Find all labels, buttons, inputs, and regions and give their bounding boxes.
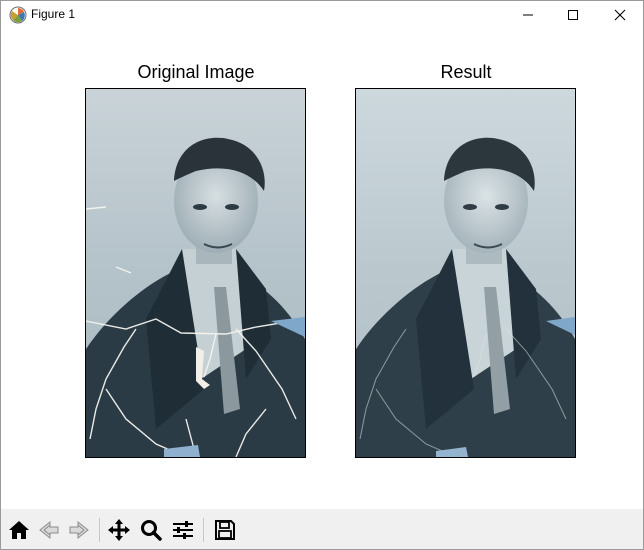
figure-window: Figure 1 Original Image Result xyxy=(0,0,644,550)
maximize-icon xyxy=(568,10,578,20)
forward-arrow-icon xyxy=(69,520,89,540)
close-icon xyxy=(614,9,626,21)
original-portrait-image xyxy=(86,89,305,457)
toolbar-separator xyxy=(99,518,100,542)
minimize-icon xyxy=(523,14,533,16)
sliders-icon xyxy=(173,521,193,539)
maximize-button[interactable] xyxy=(550,1,596,29)
back-button[interactable] xyxy=(35,516,63,544)
minimize-button[interactable] xyxy=(505,1,551,29)
configure-subplots-button[interactable] xyxy=(169,516,197,544)
result-axes[interactable] xyxy=(355,88,576,458)
close-button[interactable] xyxy=(597,1,643,29)
magnifier-icon xyxy=(141,520,162,541)
save-button[interactable] xyxy=(211,516,239,544)
floppy-disk-icon xyxy=(215,520,235,540)
back-arrow-icon xyxy=(39,520,59,540)
navigation-toolbar xyxy=(1,509,643,549)
home-button[interactable] xyxy=(5,516,33,544)
pan-button[interactable] xyxy=(105,516,133,544)
forward-button[interactable] xyxy=(65,516,93,544)
restored-portrait-image xyxy=(356,89,575,457)
window-title: Figure 1 xyxy=(31,7,76,21)
title-bar[interactable]: Figure 1 xyxy=(1,1,643,29)
move-icon xyxy=(108,519,130,541)
original-image-title: Original Image xyxy=(137,62,255,82)
matplotlib-app-icon xyxy=(9,6,27,24)
toolbar-separator xyxy=(203,518,204,542)
zoom-button[interactable] xyxy=(137,516,165,544)
result-title: Result xyxy=(440,62,492,82)
home-icon xyxy=(9,521,29,539)
original-image-axes[interactable] xyxy=(85,88,306,458)
figure-canvas[interactable]: Original Image Result xyxy=(1,29,643,508)
